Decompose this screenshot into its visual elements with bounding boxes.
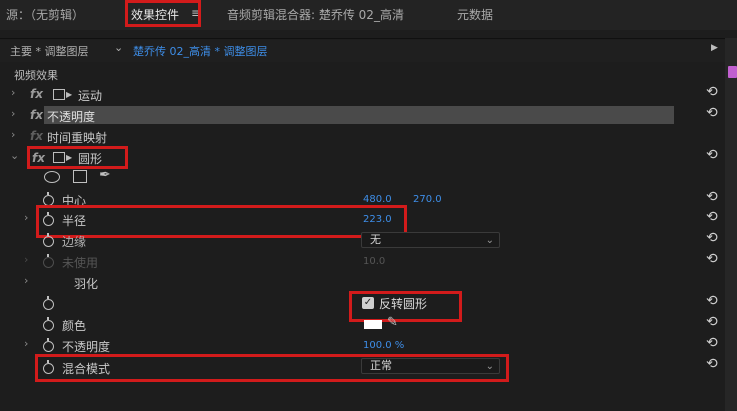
chevron-down-icon[interactable]: ⌄ (114, 41, 123, 54)
edge-dropdown-value: 无 (370, 233, 381, 246)
rectangle-mask-icon[interactable] (73, 170, 87, 183)
section-title-video-effects: 视频效果 (14, 69, 58, 82)
chevron-down-icon: ⌄ (485, 235, 494, 246)
expand-chevron-icon[interactable]: › (24, 211, 28, 224)
param-center-y-value[interactable]: 270.0 (413, 194, 442, 205)
reset-icon[interactable]: ⟲ (706, 147, 718, 163)
expand-chevron-icon: › (24, 253, 29, 266)
ellipse-mask-icon[interactable] (44, 171, 60, 183)
param-feather-label: 羽化 (74, 277, 99, 291)
param-edge-label: 边缘 (62, 235, 87, 249)
tab-source[interactable]: 源：（无剪辑） (6, 6, 84, 23)
stopwatch-icon[interactable] (43, 233, 54, 247)
stopwatch-icon[interactable] (43, 338, 54, 352)
play-icon[interactable]: ▶ (711, 43, 718, 53)
fx-icon[interactable]: fx (30, 108, 43, 122)
timeline-strip (725, 38, 737, 411)
param-color-label: 颜色 (62, 319, 87, 333)
highlight-box-effect-controls (125, 0, 201, 27)
tab-audio-mixer[interactable]: 音频剪辑混合器: 楚乔传 02_高清 (227, 6, 404, 23)
tab-metadata[interactable]: 元数据 (457, 6, 493, 23)
expand-chevron-icon[interactable]: › (11, 107, 15, 120)
master-clip-label[interactable]: 主要 * 调整图层 (10, 43, 89, 59)
reset-icon[interactable]: ⟲ (706, 105, 718, 121)
color-swatch[interactable] (364, 320, 382, 329)
stopwatch-icon[interactable] (43, 317, 54, 331)
fx-icon: fx (30, 129, 43, 143)
sequence-clip-link[interactable]: 楚乔传 02_高清 * 调整图层 (133, 43, 268, 59)
effect-opacity-row[interactable] (44, 106, 674, 124)
highlight-box-radius (36, 205, 407, 238)
highlight-box-invert (349, 291, 462, 322)
param-center-x-value[interactable]: 480.0 (363, 194, 392, 205)
reset-icon[interactable]: ⟲ (706, 314, 718, 330)
param-unused-label: 未使用 (62, 256, 99, 270)
expand-chevron-icon[interactable]: › (11, 86, 15, 99)
play-small-icon: ▶ (66, 90, 73, 99)
reset-icon[interactable]: ⟲ (706, 356, 718, 372)
param-unused-value: 10.0 (363, 256, 386, 267)
effect-opacity-label: 不透明度 (47, 110, 96, 124)
reset-icon[interactable]: ⟲ (706, 84, 718, 100)
highlight-box-circle-effect (27, 146, 128, 169)
collapse-chevron-icon[interactable]: ⌄ (10, 149, 19, 162)
reset-icon[interactable]: ⟲ (706, 293, 718, 309)
effect-motion-label: 运动 (78, 89, 103, 103)
edge-dropdown[interactable]: 无 ⌄ (361, 232, 500, 248)
expand-chevron-icon[interactable]: › (24, 337, 28, 350)
param-opacity-value[interactable]: 100.0 % (363, 340, 404, 351)
eyedropper-icon[interactable]: ✎ (387, 315, 398, 330)
transform-rect-icon[interactable] (53, 89, 65, 100)
reset-icon[interactable]: ⟲ (706, 251, 718, 267)
clip-marker[interactable] (728, 66, 737, 78)
param-opacity-label: 不透明度 (62, 340, 111, 354)
reset-icon[interactable]: ⟲ (706, 209, 718, 225)
sequence-bar (0, 40, 725, 62)
effect-time-remap-label: 时间重映射 (47, 131, 108, 145)
pen-mask-icon[interactable]: ✒ (99, 167, 111, 183)
reset-icon[interactable]: ⟲ (706, 230, 718, 246)
expand-chevron-icon[interactable]: › (24, 274, 28, 287)
stopwatch-icon (43, 254, 54, 268)
stopwatch-icon[interactable] (43, 296, 54, 310)
fx-icon[interactable]: fx (30, 87, 43, 101)
reset-icon[interactable]: ⟲ (706, 335, 718, 351)
highlight-box-blend-mode (35, 354, 509, 382)
divider (0, 38, 737, 39)
reset-icon[interactable]: ⟲ (706, 189, 718, 205)
expand-chevron-icon[interactable]: › (11, 128, 15, 141)
